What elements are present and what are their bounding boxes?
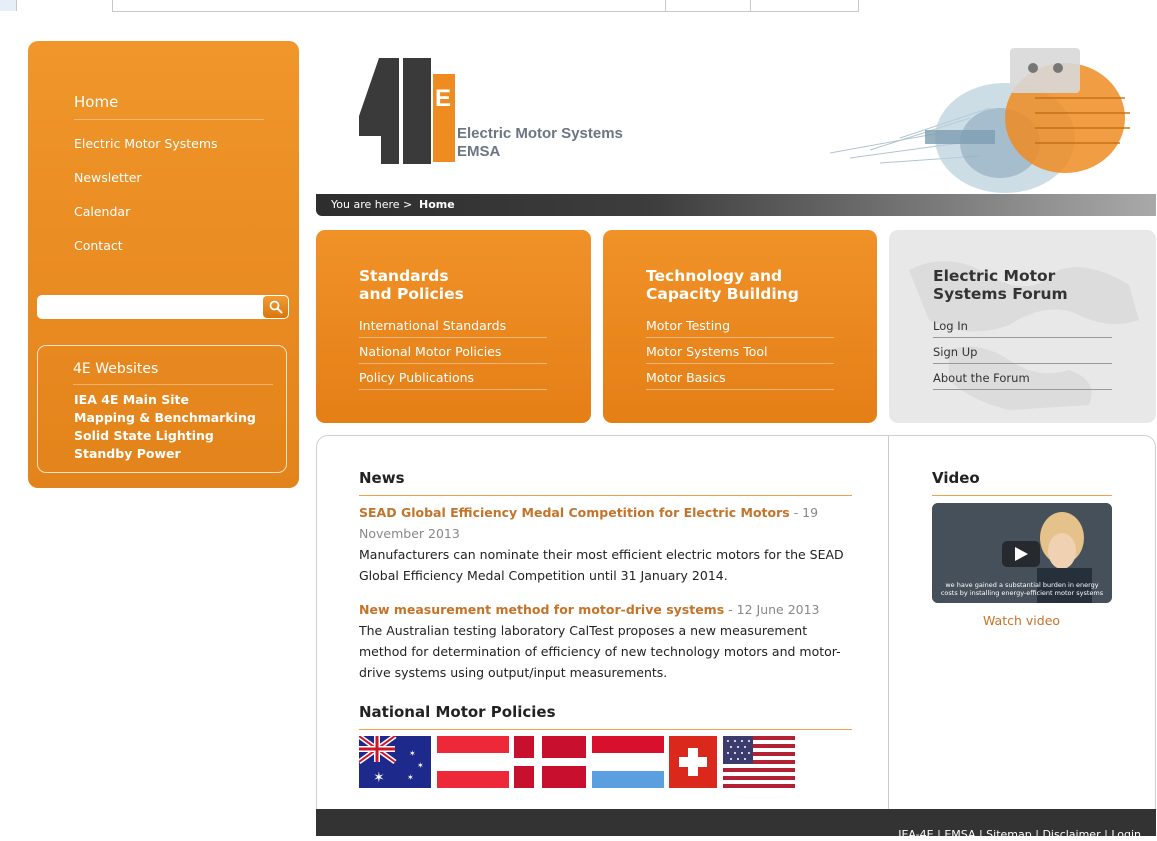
policies-underline bbox=[359, 729, 852, 730]
news-date: - 12 June 2013 bbox=[728, 602, 820, 617]
footer-link-disclaimer[interactable]: Disclaimer bbox=[1042, 828, 1100, 841]
news-body: Manufacturers can nominate their most ef… bbox=[359, 547, 844, 583]
box-divider bbox=[646, 337, 834, 338]
link-motor-basics[interactable]: Motor Basics bbox=[646, 370, 726, 385]
breadcrumb-prefix: You are here > bbox=[331, 198, 413, 211]
link-log-in[interactable]: Log In bbox=[933, 319, 968, 333]
logo-four-shape bbox=[403, 58, 431, 164]
logo-subtitle: EMSA bbox=[457, 143, 501, 160]
box-title-line2: and Policies bbox=[359, 285, 464, 303]
breadcrumb: You are here > Home bbox=[316, 194, 1156, 216]
news-headline-link[interactable]: SEAD Global Efficiency Medal Competition… bbox=[359, 505, 790, 520]
footer-link-iea-4e[interactable]: IEA-4E bbox=[898, 828, 933, 841]
switzerland-flag[interactable] bbox=[669, 736, 717, 788]
world-map-background bbox=[909, 261, 1139, 410]
svg-text:✶: ✶ bbox=[407, 773, 414, 782]
footer-link-emsa[interactable]: EMSA bbox=[944, 828, 975, 841]
link-about-forum[interactable]: About the Forum bbox=[933, 371, 1030, 385]
websites-divider bbox=[73, 384, 273, 385]
strip-segment bbox=[664, 0, 751, 12]
column-divider bbox=[888, 436, 889, 809]
sidebar: Home Electric Motor Systems Newsletter C… bbox=[28, 41, 299, 488]
denmark-flag[interactable] bbox=[514, 736, 586, 788]
footer-separator: | bbox=[1100, 828, 1112, 841]
link-policy-publications[interactable]: Policy Publications bbox=[359, 370, 474, 385]
box-title-line1: Standards bbox=[359, 267, 449, 285]
website-link-iea-4e[interactable]: IEA 4E Main Site bbox=[74, 392, 189, 407]
box-title-line2: Capacity Building bbox=[646, 285, 799, 303]
footer-separator: | bbox=[933, 828, 945, 841]
footer: IEA-4E | EMSA | Sitemap | Disclaimer | L… bbox=[316, 809, 1156, 841]
footer-link-login[interactable]: Login bbox=[1111, 828, 1141, 841]
svg-text:✶: ✶ bbox=[409, 749, 416, 758]
nav-divider bbox=[74, 119, 264, 120]
footer-separator: | bbox=[975, 828, 987, 841]
australia-flag[interactable]: ✶ ✶ ✶ ✶ bbox=[359, 736, 431, 788]
strip-segment bbox=[0, 0, 17, 11]
website-link-mapping[interactable]: Mapping & Benchmarking bbox=[74, 410, 256, 425]
svg-text:✶: ✶ bbox=[417, 761, 424, 770]
video-thumbnail[interactable]: we have gained a substantial burden in e… bbox=[932, 503, 1112, 603]
policies-title: National Motor Policies bbox=[359, 703, 556, 721]
standards-policies-box: Standards and Policies International Sta… bbox=[316, 230, 591, 423]
video-title: Video bbox=[932, 469, 980, 487]
netherlands-flag[interactable] bbox=[592, 736, 664, 788]
websites-title: 4E Websites bbox=[73, 361, 159, 377]
box-divider bbox=[646, 363, 834, 364]
watch-video-link[interactable]: Watch video bbox=[983, 613, 1060, 628]
news-underline bbox=[359, 495, 852, 496]
footer-links: IEA-4E | EMSA | Sitemap | Disclaimer | L… bbox=[898, 828, 1141, 841]
news-body: The Australian testing laboratory CalTes… bbox=[359, 623, 841, 680]
usa-flag[interactable] bbox=[723, 736, 795, 788]
footer-separator: | bbox=[1031, 828, 1043, 841]
search-icon bbox=[269, 300, 282, 314]
strip-segment bbox=[750, 0, 859, 12]
news-headline-link[interactable]: New measurement method for motor-drive s… bbox=[359, 602, 724, 617]
video-underline bbox=[932, 495, 1112, 496]
nav-item-electric-motor-systems[interactable]: Electric Motor Systems bbox=[74, 136, 218, 151]
link-motor-testing[interactable]: Motor Testing bbox=[646, 318, 730, 333]
video-caption: we have gained a substantial burden in e… bbox=[940, 581, 1104, 597]
website-link-ssl[interactable]: Solid State Lighting bbox=[74, 428, 214, 443]
box-divider bbox=[359, 363, 547, 364]
news-title: News bbox=[359, 469, 405, 487]
news-item: New measurement method for motor-drive s… bbox=[359, 599, 849, 683]
website-link-standby[interactable]: Standby Power bbox=[74, 446, 181, 461]
svg-text:✶: ✶ bbox=[373, 770, 385, 786]
search-input[interactable] bbox=[41, 298, 255, 316]
nav-item-home[interactable]: Home bbox=[74, 93, 118, 111]
search-box bbox=[37, 295, 289, 319]
electric-motor-illustration bbox=[829, 48, 1130, 193]
strip-segment bbox=[112, 0, 666, 12]
box-divider bbox=[359, 389, 547, 390]
link-international-standards[interactable]: International Standards bbox=[359, 318, 506, 333]
news-item: SEAD Global Efficiency Medal Competition… bbox=[359, 502, 849, 586]
link-motor-systems-tool[interactable]: Motor Systems Tool bbox=[646, 344, 767, 359]
technology-capacity-box: Technology and Capacity Building Motor T… bbox=[603, 230, 877, 423]
austria-flag[interactable] bbox=[437, 736, 509, 788]
link-sign-up[interactable]: Sign Up bbox=[933, 345, 977, 359]
logo-title: Electric Motor Systems bbox=[457, 125, 623, 142]
nav-item-contact[interactable]: Contact bbox=[74, 238, 123, 253]
box-divider bbox=[933, 363, 1112, 364]
box-divider bbox=[359, 337, 547, 338]
nav-item-calendar[interactable]: Calendar bbox=[74, 204, 130, 219]
logo-e-letter: E bbox=[435, 85, 451, 112]
logo-four-shape bbox=[359, 58, 399, 164]
box-divider bbox=[933, 337, 1112, 338]
search-button[interactable] bbox=[263, 296, 288, 318]
browser-top-strip bbox=[0, 0, 1157, 12]
box-title-line1: Electric Motor bbox=[933, 267, 1056, 285]
footer-link-sitemap[interactable]: Sitemap bbox=[986, 828, 1032, 841]
box-title-line1: Technology and bbox=[646, 267, 783, 285]
breadcrumb-current[interactable]: Home bbox=[419, 198, 455, 211]
websites-panel: 4E Websites IEA 4E Main Site Mapping & B… bbox=[37, 345, 287, 473]
forum-box: Electric Motor Systems Forum Log In Sign… bbox=[889, 230, 1156, 423]
box-divider bbox=[933, 389, 1112, 390]
nav-item-newsletter[interactable]: Newsletter bbox=[74, 170, 142, 185]
box-title-line2: Systems Forum bbox=[933, 285, 1068, 303]
link-national-motor-policies[interactable]: National Motor Policies bbox=[359, 344, 501, 359]
box-divider bbox=[646, 389, 834, 390]
